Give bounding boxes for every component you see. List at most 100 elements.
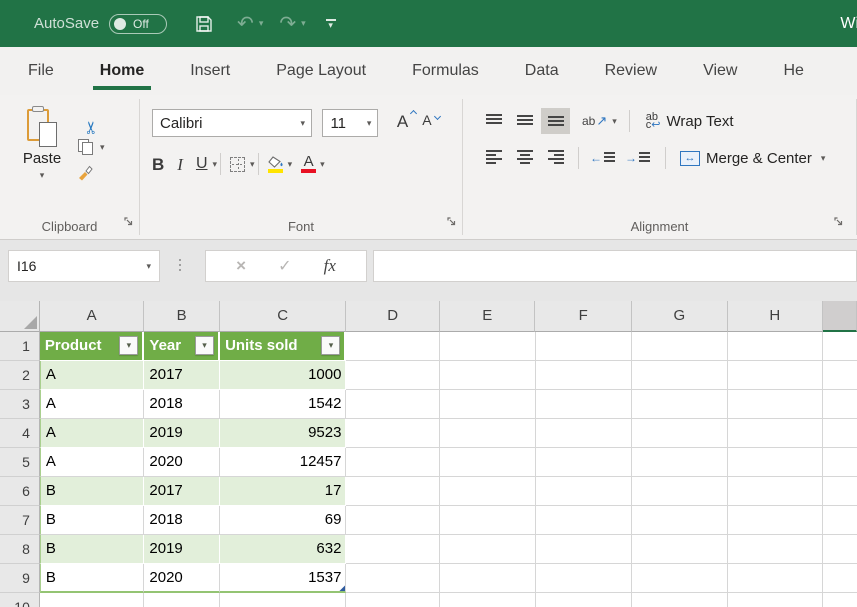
cell-D3[interactable]: [346, 390, 440, 419]
cell-F7[interactable]: [536, 506, 633, 535]
merge-center-button[interactable]: ↔ Merge & Center ▾: [680, 150, 825, 167]
cell-H10[interactable]: [728, 593, 824, 607]
increase-indent-button[interactable]: →: [625, 151, 650, 165]
tab-review[interactable]: Review: [605, 47, 657, 95]
orientation-dropdown-icon[interactable]: ▾: [612, 116, 617, 127]
redo-dropdown-icon[interactable]: ▾: [301, 18, 306, 29]
cell-A4[interactable]: A: [40, 419, 145, 448]
cut-button[interactable]: ✂: [83, 108, 100, 135]
filter-button-units-sold[interactable]: ▾: [321, 336, 340, 355]
cell-I6[interactable]: [823, 477, 857, 506]
cell-F10[interactable]: [536, 593, 633, 607]
column-header-A[interactable]: A: [40, 301, 145, 332]
cell-A10[interactable]: [40, 593, 145, 607]
borders-button[interactable]: [230, 157, 245, 172]
cell-G7[interactable]: [632, 506, 728, 535]
cell-C5[interactable]: 12457: [220, 448, 346, 477]
formula-bar-resize-handle[interactable]: [179, 259, 181, 271]
cell-G3[interactable]: [632, 390, 728, 419]
row-header-10[interactable]: 10: [0, 593, 40, 607]
orientation-button[interactable]: ab ↗ ▾: [582, 113, 617, 129]
cell-D10[interactable]: [346, 593, 440, 607]
column-header-E[interactable]: E: [440, 301, 536, 332]
bottom-align-button[interactable]: [541, 108, 570, 134]
underline-dropdown-icon[interactable]: ▾: [213, 159, 218, 170]
tab-file[interactable]: File: [28, 47, 54, 95]
row-header-9[interactable]: 9: [0, 564, 40, 593]
row-header-5[interactable]: 5: [0, 448, 40, 477]
font-size-dropdown-icon[interactable]: ▾: [367, 118, 372, 129]
borders-dropdown-icon[interactable]: ▾: [250, 159, 255, 170]
merge-center-dropdown-icon[interactable]: ▾: [821, 153, 826, 164]
tab-data[interactable]: Data: [525, 47, 559, 95]
cell-E1[interactable]: [440, 332, 536, 361]
italic-button[interactable]: I: [177, 156, 183, 173]
cell-F6[interactable]: [536, 477, 633, 506]
tab-home[interactable]: Home: [100, 47, 144, 95]
cell-I1[interactable]: [823, 332, 857, 361]
fill-color-dropdown-icon[interactable]: ▾: [288, 159, 293, 170]
cell-G5[interactable]: [632, 448, 728, 477]
cell-D1[interactable]: [346, 332, 440, 361]
cell-A3[interactable]: A: [40, 390, 145, 419]
cell-C4[interactable]: 9523: [220, 419, 346, 448]
column-header-C[interactable]: C: [220, 301, 346, 332]
align-right-button[interactable]: [541, 145, 570, 171]
cell-C2[interactable]: 1000: [220, 361, 346, 390]
tab-help[interactable]: He: [783, 47, 803, 95]
increase-font-size-button[interactable]: A: [397, 112, 408, 132]
cell-E10[interactable]: [440, 593, 536, 607]
enter-button[interactable]: ✓: [278, 256, 291, 276]
cell-C9[interactable]: 1537: [220, 564, 346, 593]
cell-I4[interactable]: [823, 419, 857, 448]
tab-page-layout[interactable]: Page Layout: [276, 47, 366, 95]
cell-I9[interactable]: [823, 564, 857, 593]
cell-E6[interactable]: [440, 477, 536, 506]
cell-I3[interactable]: [823, 390, 857, 419]
cell-E7[interactable]: [440, 506, 536, 535]
cell-D2[interactable]: [346, 361, 440, 390]
filter-button-product[interactable]: ▾: [119, 336, 138, 355]
cell-C7[interactable]: 69: [220, 506, 346, 535]
cell-D9[interactable]: [346, 564, 440, 593]
filter-button-year[interactable]: ▾: [195, 336, 214, 355]
cell-A2[interactable]: A: [40, 361, 145, 390]
cell-F1[interactable]: [536, 332, 633, 361]
alignment-dialog-launcher[interactable]: [834, 214, 844, 232]
cell-C10[interactable]: [220, 593, 346, 607]
cell-A8[interactable]: B: [40, 535, 145, 564]
cell-B9[interactable]: 2020: [144, 564, 220, 593]
cell-B10[interactable]: [144, 593, 220, 607]
decrease-font-size-button[interactable]: A: [422, 112, 431, 132]
cell-H9[interactable]: [728, 564, 824, 593]
font-size-combobox[interactable]: 11 ▾: [322, 109, 378, 137]
cell-H3[interactable]: [728, 390, 824, 419]
decrease-indent-button[interactable]: ←: [590, 151, 615, 165]
middle-align-button[interactable]: [510, 108, 539, 134]
cancel-button[interactable]: ×: [236, 256, 246, 276]
clipboard-dialog-launcher[interactable]: [124, 214, 134, 232]
fill-color-button[interactable]: [268, 156, 284, 173]
cell-G8[interactable]: [632, 535, 728, 564]
cell-E2[interactable]: [440, 361, 536, 390]
cell-E4[interactable]: [440, 419, 536, 448]
tab-insert[interactable]: Insert: [190, 47, 230, 95]
cell-B7[interactable]: 2018: [144, 506, 220, 535]
row-header-2[interactable]: 2: [0, 361, 40, 390]
font-color-dropdown-icon[interactable]: ▾: [320, 159, 325, 170]
customize-quick-access-toolbar-button[interactable]: ▾: [326, 19, 336, 28]
font-dialog-launcher[interactable]: [447, 214, 457, 232]
column-header-D[interactable]: D: [346, 301, 440, 332]
wrap-text-button[interactable]: ab c↩ Wrap Text: [646, 113, 734, 130]
cell-B6[interactable]: 2017: [144, 477, 220, 506]
cell-F4[interactable]: [536, 419, 633, 448]
paste-dropdown-icon[interactable]: ▾: [40, 170, 45, 181]
row-header-6[interactable]: 6: [0, 477, 40, 506]
cell-A7[interactable]: B: [40, 506, 145, 535]
cell-A6[interactable]: B: [40, 477, 145, 506]
font-name-combobox[interactable]: Calibri ▾: [152, 109, 312, 137]
row-header-8[interactable]: 8: [0, 535, 40, 564]
autosave-toggle[interactable]: Off: [109, 14, 167, 34]
bold-button[interactable]: B: [152, 156, 164, 173]
cell-D8[interactable]: [346, 535, 440, 564]
